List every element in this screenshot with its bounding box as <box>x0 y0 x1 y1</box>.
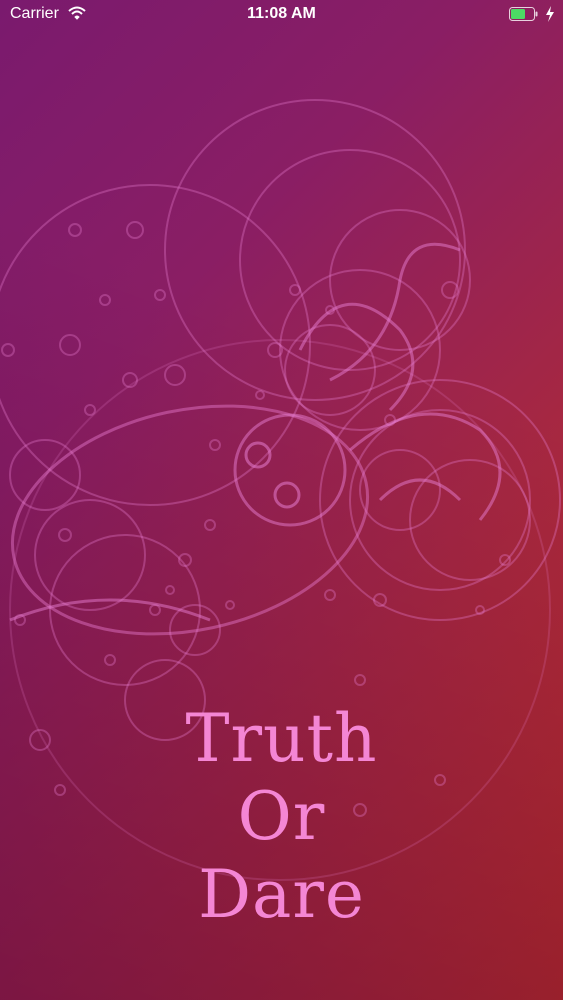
charging-bolt-icon <box>546 6 554 22</box>
title-line-dare: Dare <box>198 856 365 933</box>
status-bar: Carrier 11:08 AM <box>0 0 563 30</box>
status-time: 11:08 AM <box>247 5 316 22</box>
app-title: Truth Or Dare <box>0 700 563 934</box>
splash-screen: Carrier 11:08 AM Truth Or Dare <box>0 0 563 1000</box>
title-line-or: Or <box>237 778 326 855</box>
title-line-truth: Truth <box>185 700 378 777</box>
battery-icon <box>509 7 538 21</box>
